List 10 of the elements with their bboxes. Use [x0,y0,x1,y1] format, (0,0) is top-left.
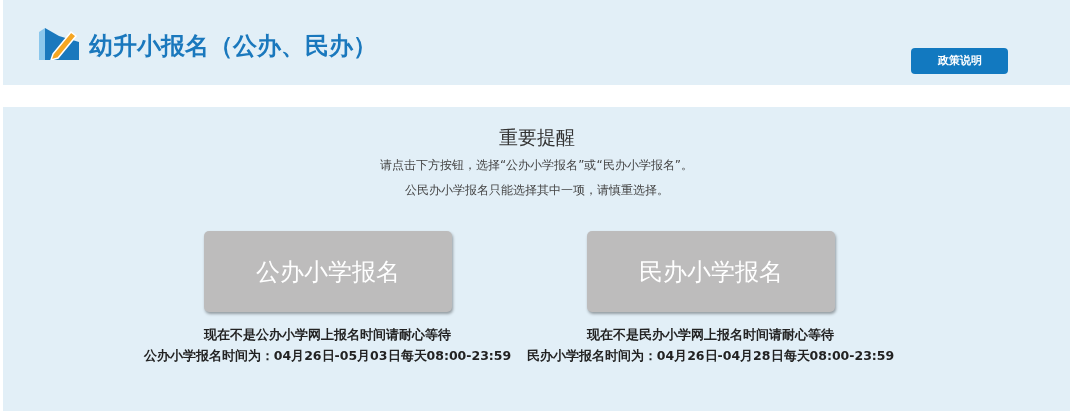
policy-button[interactable]: 政策说明 [911,48,1008,74]
notice-title: 重要提醒 [497,125,576,150]
status-text: 现在不是民办小学网上报名时间请耐心等待 [587,326,834,344]
status-text: 现在不是公办小学网上报名时间请耐心等待 [204,326,451,344]
notice-text: 请点击下方按钮，选择“公办小学报名”或“民办小学报名”。 [380,157,693,173]
schedule-text: 公办小学报名时间为：04月26日-05月03日每天08:00-23:59 [143,347,512,365]
schedule-text: 民办小学报名时间为：04月26日-04月28日每天08:00-23:59 [526,347,895,365]
page-title: 幼升小报名（公办、民办） [89,31,377,62]
pencil-book-icon [39,28,79,60]
notice-text: 公民办小学报名只能选择其中一项，请慎重选择。 [404,182,669,198]
